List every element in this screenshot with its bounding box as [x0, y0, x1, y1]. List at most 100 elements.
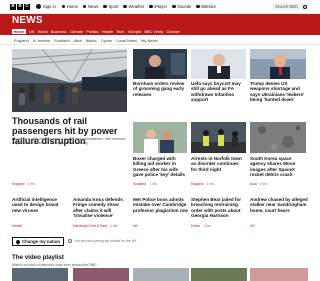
burnham-photo [133, 49, 187, 79]
nav-item-politics[interactable]: Politics [86, 29, 98, 34]
story-region[interactable]: England [191, 182, 203, 186]
story-region[interactable]: Essex [191, 224, 200, 228]
region-wales[interactable]: Wales [86, 38, 97, 43]
nav-item-climate-2[interactable]: Climate [166, 29, 179, 34]
nav-item-business[interactable]: Business [51, 29, 67, 34]
story-headline[interactable]: Andrew chased by alleged stalker near Sa… [250, 197, 308, 213]
video-thumbnail[interactable] [73, 268, 129, 281]
story-region[interactable]: England [12, 182, 24, 186]
news-banner: NEWS [0, 14, 320, 27]
topnav-label: Sport [108, 4, 119, 9]
nav-item-tech[interactable]: Tech [116, 29, 124, 34]
nav-item-home[interactable]: Home [12, 28, 26, 34]
story-headline[interactable]: Stephen Bear jailed for breaching restra… [191, 197, 247, 219]
bbc-logo[interactable]: B B C [10, 3, 30, 10]
nav-item-indepth[interactable]: InDepth [128, 29, 142, 34]
story-region[interactable]: Edinburgh Fest & East [73, 224, 107, 228]
story-image[interactable] [191, 49, 246, 79]
sounds-icon [172, 4, 176, 9]
location-pin-icon [15, 238, 21, 245]
region-scotland[interactable]: Scotland [54, 38, 70, 43]
user-icon [36, 4, 41, 9]
story-meta: Asia 1 hrs [250, 182, 267, 186]
story-image[interactable] [133, 122, 187, 153]
story-headline[interactable]: Trump denies US weapons shortage and say… [250, 81, 308, 103]
story-meta: England 1 hrs [191, 182, 214, 186]
topnav-news[interactable]: News [82, 4, 99, 9]
infantino-photo [191, 49, 246, 79]
topnav-home[interactable]: Home [61, 4, 78, 9]
region-england[interactable]: England [14, 38, 29, 43]
nation-note-text: You are now seeing top stories for the U… [74, 239, 137, 243]
story-time: 1 hrs [259, 182, 268, 186]
region-n-ireland[interactable]: N. Ireland [33, 38, 50, 43]
topnav-sounds[interactable]: Sounds [172, 4, 191, 9]
story-region[interactable]: Scotland [133, 182, 146, 186]
signin-link[interactable]: Sign in [36, 4, 56, 9]
story-region[interactable]: UK [133, 224, 138, 228]
nation-note: You are now seeing top stories for the U… [68, 239, 136, 243]
story-headline[interactable]: Artificial intelligence used to design b… [12, 197, 68, 213]
story-headline[interactable]: Arrests in Norfolk town as disorder cont… [191, 156, 246, 172]
story-meta: Health [12, 224, 22, 228]
trump-photo [250, 49, 306, 79]
video-thumbnail[interactable] [133, 268, 189, 281]
topnav-label: Sounds [177, 4, 192, 9]
story-time: 1 hrs [149, 182, 157, 186]
story-image[interactable] [133, 49, 187, 79]
region-local-news[interactable]: Local News [116, 38, 137, 43]
topnav-bitesize[interactable]: Bitesize [196, 4, 216, 9]
home-icon [61, 4, 66, 9]
video-thumbnail[interactable] [191, 268, 247, 281]
story-headline[interactable]: Boxer charged with killing aid worker in… [133, 156, 187, 178]
news-title[interactable]: NEWS [12, 15, 43, 26]
topnav-label: iPlayer [154, 4, 168, 9]
logo-letter: B [10, 3, 16, 10]
story-headline[interactable]: Amanda Knox defends Fringe comedy show a… [73, 197, 129, 219]
topnav-label: Bitesize [201, 4, 216, 9]
nav-item-climate[interactable]: Climate [70, 29, 83, 34]
topnav-sport[interactable]: Sport [103, 4, 118, 9]
story-headline[interactable]: Burnham orders review of grooming gang e… [133, 81, 187, 97]
logo-letter: C [24, 3, 30, 10]
lead-story-image[interactable] [12, 49, 127, 112]
topnav-label: News [87, 4, 99, 9]
story-region[interactable]: UK [250, 224, 255, 228]
story-image[interactable] [191, 122, 246, 153]
story-image[interactable] [250, 122, 306, 153]
video-thumbnail[interactable] [12, 268, 68, 281]
lead-meta: England 1 hrs [12, 182, 35, 186]
moon-photo [250, 122, 306, 153]
change-nation-label: Change my nation [22, 239, 61, 244]
story-headline[interactable]: Met Police boss admits mistake over Camb… [133, 197, 189, 213]
story-meta: Edinburgh Fest & East 1 hrs [73, 224, 117, 228]
search-input[interactable]: Search BBC [272, 3, 310, 10]
top-nav: Home News Sport Weather iPlayer Sounds B… [61, 4, 216, 9]
story-region[interactable]: Asia [250, 182, 257, 186]
story-image[interactable] [250, 49, 306, 79]
video-section-subtitle: Watch our pick of standout clips from ac… [12, 263, 97, 267]
news-icon [82, 4, 87, 9]
nav-item-health[interactable]: Health [102, 29, 113, 34]
iplayer-icon [149, 4, 153, 9]
search-icon [303, 4, 307, 9]
sport-icon [103, 4, 107, 9]
story-headline[interactable]: Uefa says boycott may still go ahead as … [191, 81, 246, 103]
topnav-iplayer[interactable]: iPlayer [149, 4, 167, 9]
weather-icon [123, 4, 127, 9]
nav-item-uk[interactable]: UK [29, 29, 34, 34]
change-nation-button[interactable]: Change my nation [12, 237, 65, 246]
story-region[interactable]: Health [12, 224, 22, 228]
video-thumbnail[interactable] [250, 268, 308, 281]
nav-item-bbc-verify[interactable]: BBC Verify [144, 29, 163, 34]
region-cymru[interactable]: Cymru [101, 38, 113, 43]
topnav-weather[interactable]: Weather [123, 4, 144, 9]
region-my-news[interactable]: My News [141, 38, 157, 43]
search-placeholder: Search BBC [275, 4, 299, 9]
story-time: 1 hrs [109, 224, 118, 228]
couple-photo [133, 122, 187, 153]
nav-item-world[interactable]: World [38, 29, 48, 34]
region-alba[interactable]: Alba [74, 38, 82, 43]
story-headline[interactable]: South Korea space agency shares Moon ima… [250, 156, 308, 178]
main-nav: Home UK World Business Climate Politics … [0, 27, 320, 35]
